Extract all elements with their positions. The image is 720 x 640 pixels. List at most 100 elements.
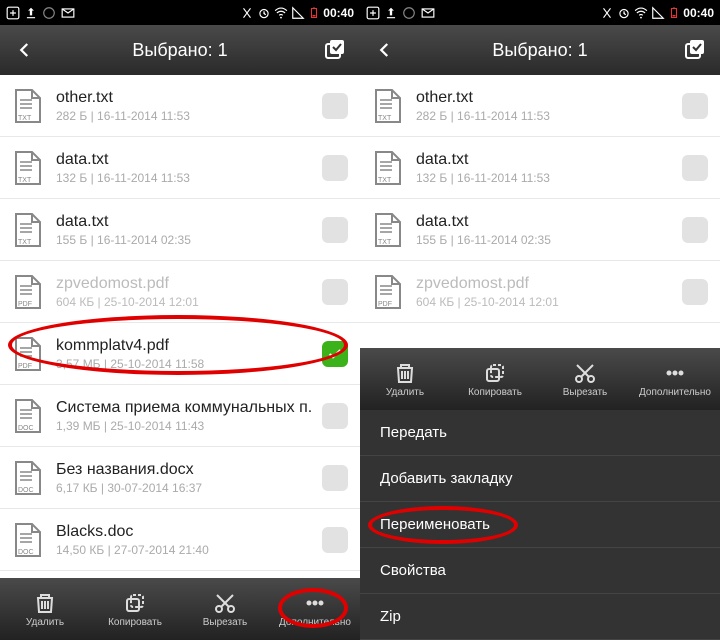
menu-bookmark[interactable]: Добавить закладку [360,456,720,502]
signal-icon [291,6,305,20]
back-button[interactable] [370,35,400,65]
menu-rename[interactable]: Переименовать [360,502,720,548]
appbar: Выбрано: 1 [360,25,720,75]
more-icon [303,591,327,615]
file-row[interactable]: PDFzpvedomost.pdf604 КБ | 25-10-2014 12:… [360,261,720,323]
file-checkbox[interactable] [682,217,708,243]
trash-icon [393,361,417,385]
wifi-icon [274,6,288,20]
svg-text:TXT: TXT [18,177,32,184]
delete-button[interactable]: Удалить [0,578,90,640]
copy-icon [123,591,147,615]
back-button[interactable] [10,35,40,65]
file-row[interactable]: TXTdata.txt155 Б | 16-11-2014 02:35 [360,199,720,261]
file-checkbox[interactable] [322,279,348,305]
file-row[interactable]: PDFzpvedomost.pdf604 КБ | 25-10-2014 12:… [0,261,360,323]
file-meta: 6,17 КБ | 30-07-2014 16:37 [56,481,322,495]
file-name: Blacks.doc [56,523,322,541]
file-name: Система приема коммунальных п. [56,399,322,417]
file-checkbox[interactable] [322,465,348,491]
wifi-icon [634,6,648,20]
file-type-icon: DOC [12,522,44,558]
svg-text:PDF: PDF [18,363,32,370]
appbar: Выбрано: 1 [0,25,360,75]
menu-send[interactable]: Передать [360,410,720,456]
delete-button[interactable]: Удалить [360,348,450,410]
svg-text:DOC: DOC [18,487,34,494]
file-name: kommplatv4.pdf [56,337,322,355]
vibrate-icon [600,6,614,20]
more-button[interactable]: Дополнительно [270,578,360,640]
file-type-icon: TXT [12,212,44,248]
file-row[interactable]: DOCБез названия.docx6,17 КБ | 30-07-2014… [0,447,360,509]
file-type-icon: TXT [372,150,404,186]
file-checkbox[interactable] [322,93,348,119]
svg-text:TXT: TXT [18,239,32,246]
file-meta: 155 Б | 16-11-2014 02:35 [416,233,682,247]
file-type-icon: TXT [372,88,404,124]
file-name: other.txt [56,89,322,107]
sync-icon [402,6,416,20]
file-row[interactable]: PDFkommplatv4.pdf3,57 МБ | 25-10-2014 11… [0,323,360,385]
file-checkbox[interactable] [682,279,708,305]
menu-properties[interactable]: Свойства [360,548,720,594]
annotation-ring [368,506,518,544]
file-checkbox[interactable] [682,93,708,119]
file-row[interactable]: DOCСистема приема коммунальных п.1,39 МБ… [0,385,360,447]
scissors-icon [573,361,597,385]
file-checkbox[interactable] [322,527,348,553]
file-checkbox[interactable] [322,341,348,367]
mail-icon [420,6,436,20]
file-list[interactable]: TXTother.txt282 Б | 16-11-2014 11:53TXTd… [0,75,360,578]
file-meta: 132 Б | 16-11-2014 11:53 [416,171,682,185]
plus-icon [366,6,380,20]
select-all-button[interactable] [680,35,710,65]
menu-zip[interactable]: Zip [360,594,720,640]
file-row[interactable]: TXT data.txt 132 Б | 16-11-2014 11:53 [360,137,720,199]
svg-text:TXT: TXT [18,115,32,122]
scissors-icon [213,591,237,615]
more-icon [663,361,687,385]
clock: 00:40 [323,6,354,20]
status-bar: 00:40 [360,0,720,25]
file-meta: 282 Б | 16-11-2014 11:53 [56,109,322,123]
alarm-icon [617,6,631,20]
file-row[interactable]: TXTdata.txt132 Б | 16-11-2014 11:53 [0,137,360,199]
copy-icon [483,361,507,385]
file-type-icon: PDF [372,274,404,310]
file-row[interactable]: DOCBlacks.doc14,50 КБ | 27-07-2014 21:40 [0,509,360,571]
file-type-icon: DOC [12,398,44,434]
plus-icon [6,6,20,20]
svg-text:DOC: DOC [18,425,34,432]
file-row[interactable]: TXTdata.txt155 Б | 16-11-2014 02:35 [0,199,360,261]
file-meta: 282 Б | 16-11-2014 11:53 [416,109,682,123]
file-name: zpvedomost.pdf [416,275,682,293]
file-checkbox[interactable] [682,155,708,181]
file-name: data.txt [416,151,682,169]
copy-button[interactable]: Копировать [90,578,180,640]
more-button[interactable]: Дополнительно [630,348,720,410]
file-row[interactable]: TXT other.txt 282 Б | 16-11-2014 11:53 [0,75,360,137]
svg-text:TXT: TXT [378,115,392,122]
screen-right: 00:40 Выбрано: 1 TXTother.txt282 Б | 16-… [360,0,720,640]
file-checkbox[interactable] [322,217,348,243]
svg-text:PDF: PDF [18,301,32,308]
battery-icon [308,6,320,20]
cut-button[interactable]: Вырезать [540,348,630,410]
file-row[interactable]: TXTother.txt282 Б | 16-11-2014 11:53 [360,75,720,137]
mail-icon [60,6,76,20]
alarm-icon [257,6,271,20]
more-menu: Удалить Копировать Вырезать Дополнительн… [360,348,720,640]
select-all-button[interactable] [320,35,350,65]
cut-button[interactable]: Вырезать [180,578,270,640]
file-type-icon: DOC [12,460,44,496]
menu-toolbar: Удалить Копировать Вырезать Дополнительн… [360,348,720,410]
page-title: Выбрано: 1 [360,40,720,61]
sync-icon [42,6,56,20]
file-type-icon: TXT [12,150,44,186]
bottom-toolbar: Удалить Копировать Вырезать Дополнительн… [0,578,360,640]
copy-button[interactable]: Копировать [450,348,540,410]
file-checkbox[interactable] [322,403,348,429]
file-name: data.txt [56,151,322,169]
file-checkbox[interactable] [322,155,348,181]
